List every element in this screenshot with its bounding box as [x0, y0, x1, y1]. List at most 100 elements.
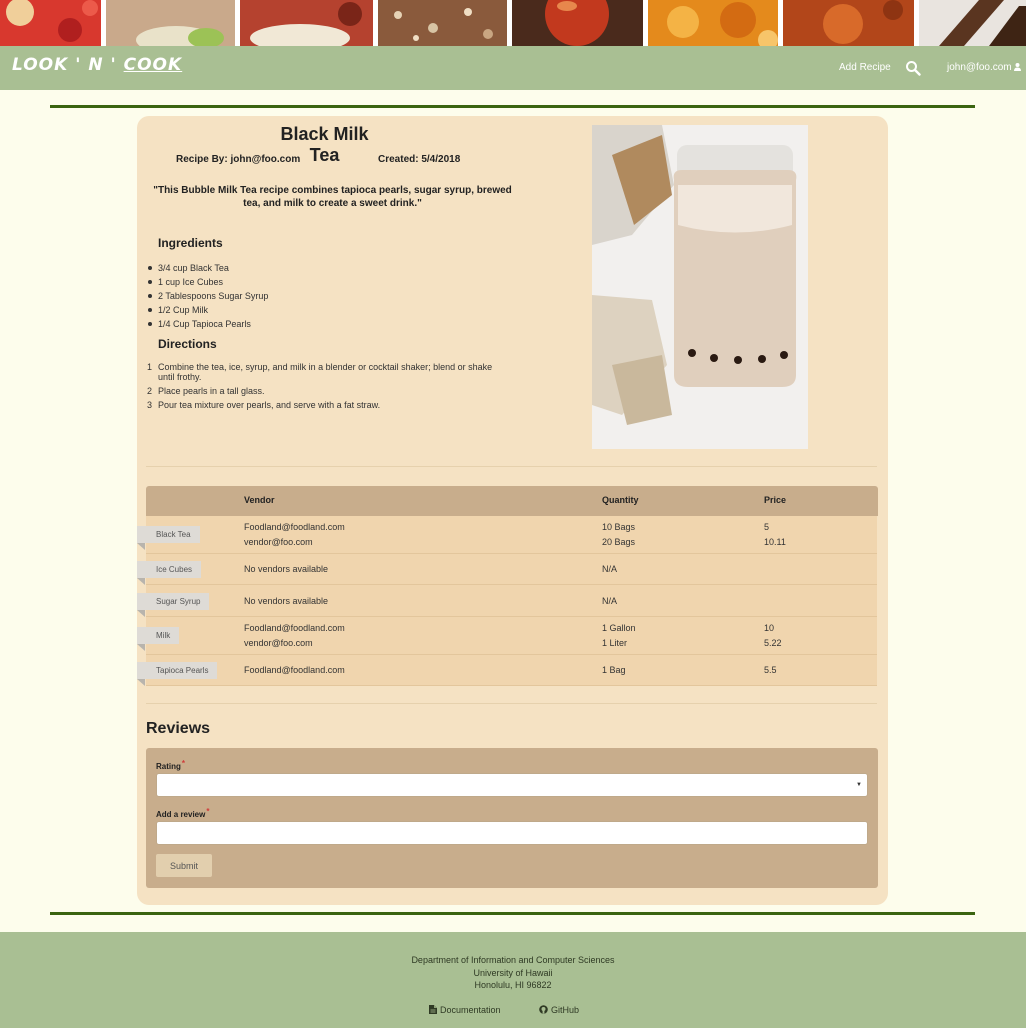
github-link[interactable]: GitHub [539, 1005, 579, 1015]
banner-tile-granola [378, 0, 507, 46]
recipe-created-date: Created: 5/4/2018 [378, 154, 461, 165]
recipe-photo [592, 125, 808, 449]
banner-tile-apple [512, 0, 643, 46]
user-icon [1013, 63, 1021, 71]
price-value: 10 [764, 623, 775, 633]
vendor-cell: Foodland@foodland.com vendor@foo.com [244, 621, 345, 651]
banner-tile-lime [106, 0, 235, 46]
quantity-cell: N/A [602, 596, 618, 606]
user-email: john@foo.com [947, 62, 1012, 73]
document-icon [429, 1005, 437, 1014]
price-cell: 5 10.11 [764, 520, 786, 550]
recipe-author: Recipe By: john@foo.com [176, 154, 301, 165]
brand-logo[interactable]: LOOK ' N ' COOK [12, 55, 182, 75]
navbar: LOOK ' N ' COOK Add Recipe john@foo.com [0, 46, 1026, 90]
banner-tile-dessert [240, 0, 373, 46]
ingredient-ribbon: Tapioca Pearls [137, 662, 218, 686]
vendor-cell: No vendors available [244, 596, 329, 606]
quantity-cell: 10 Bags 20 Bags [602, 520, 635, 550]
documentation-link[interactable]: Documentation [429, 1005, 501, 1015]
ingredient-ribbon: Ice Cubes [137, 561, 202, 585]
review-label: Add a review* [156, 807, 209, 819]
bottom-divider [50, 912, 975, 915]
vendor-table: Vendor Quantity Price Black Tea Foodland… [137, 486, 878, 686]
price-value: 5.22 [764, 638, 782, 648]
review-label-text: Add a review [156, 810, 206, 819]
ingredient-ribbon: Milk [137, 627, 180, 651]
direction-step: 1 Combine the tea, ice, syrup, and milk i… [146, 362, 506, 382]
banner-tile-glazed [783, 0, 914, 46]
header-price: Price [764, 495, 787, 505]
submit-button[interactable]: Submit [156, 854, 212, 877]
ingredients-heading: Ingredients [158, 236, 223, 250]
github-link-text: GitHub [551, 1005, 580, 1015]
directions-list: 1 Combine the tea, ice, syrup, and milk i… [146, 362, 506, 414]
quantity-cell: N/A [602, 564, 618, 574]
vendor-table-header: Vendor Quantity Price [146, 486, 878, 516]
quantity-value: 1 Gallon [602, 623, 636, 633]
price-value: 5 [764, 522, 770, 532]
vendor-name: Foodland@foodland.com [244, 623, 345, 633]
step-text: Combine the tea, ice, syrup, and milk in… [158, 362, 493, 382]
table-row: Milk Foodland@foodland.com vendor@foo.com… [137, 617, 877, 655]
table-row: Tapioca Pearls Foodland@foodland.com 1 B… [137, 655, 877, 686]
table-row: Black Tea Foodland@foodland.com vendor@fo… [137, 516, 877, 554]
step-text: Place pearls in a tall glass. [158, 386, 265, 396]
footer-address: Honolulu, HI 96822 [474, 980, 552, 990]
price-cell: 10 5.22 [764, 621, 782, 651]
rating-label-text: Rating [156, 762, 181, 771]
review-form: Rating* ▼ Add a review* Submit [146, 748, 878, 888]
banner-tile-chocolate [919, 0, 1026, 46]
step-number: 3 [147, 400, 153, 410]
food-banner [0, 0, 1026, 46]
dropdown-caret-icon: ▼ [856, 782, 862, 788]
ingredient-item: 2 Tablespoons Sugar Syrup [146, 289, 268, 303]
rating-label: Rating* [156, 759, 185, 771]
header-quantity: Quantity [602, 495, 639, 505]
vendor-name: Foodland@foodland.com [244, 522, 345, 532]
quantity-value: 10 Bags [602, 522, 636, 532]
price-cell: 5.5 [764, 665, 777, 675]
github-icon [539, 1005, 548, 1014]
quantity-value: 20 Bags [602, 537, 636, 547]
recipe-description: "This Bubble Milk Tea recipe combines ta… [153, 185, 512, 209]
review-input[interactable] [156, 821, 868, 845]
search-icon[interactable] [905, 60, 921, 76]
step-text: Pour tea mixture over pearls, and serve … [158, 400, 381, 410]
vendor-name: vendor@foo.com [244, 638, 313, 648]
ingredient-item: 1/4 Cup Tapioca Pearls [146, 317, 268, 331]
quantity-cell: 1 Bag [602, 665, 626, 675]
footer-department: Department of Information and Computer S… [411, 955, 615, 965]
price-value: 10.11 [764, 537, 786, 547]
directions-heading: Directions [158, 337, 217, 351]
footer: Department of Information and Computer S… [0, 932, 1026, 1028]
ingredient-ribbon: Black Tea [137, 526, 200, 550]
ingredient-item: 1 cup Ice Cubes [146, 275, 268, 289]
ingredient-ribbon: Sugar Syrup [137, 593, 210, 617]
required-mark: * [206, 807, 210, 816]
brand-text-left: LOOK ' N ' [12, 55, 124, 75]
vendor-cell: Foodland@foodland.com [244, 665, 345, 675]
add-recipe-link[interactable]: Add Recipe [839, 62, 891, 73]
header-vendor: Vendor [244, 495, 275, 505]
required-mark: * [181, 759, 186, 768]
banner-tile-strawberries [0, 0, 101, 46]
rating-select[interactable]: ▼ [156, 773, 868, 797]
step-number: 2 [147, 386, 153, 396]
brand-text-right: COOK [123, 55, 183, 75]
banner-tile-peaches [648, 0, 778, 46]
section-divider [146, 466, 877, 467]
section-divider [146, 703, 877, 704]
reviews-heading: Reviews [146, 720, 211, 737]
step-number: 1 [147, 362, 153, 372]
recipe-card: Black Milk Tea Recipe By: john@foo.com C… [137, 116, 888, 905]
documentation-link-text: Documentation [440, 1005, 501, 1015]
user-menu[interactable]: john@foo.com [947, 62, 1021, 73]
quantity-cell: 1 Gallon 1 Liter [602, 621, 636, 651]
quantity-value: 1 Liter [602, 638, 628, 648]
ingredients-list: 3/4 cup Black Tea 1 cup Ice Cubes 2 Tabl… [146, 261, 268, 331]
top-divider [50, 105, 975, 108]
direction-step: 2 Place pearls in a tall glass. [146, 386, 506, 396]
vendor-cell: No vendors available [244, 564, 329, 574]
direction-step: 3 Pour tea mixture over pearls, and serve… [146, 400, 506, 410]
